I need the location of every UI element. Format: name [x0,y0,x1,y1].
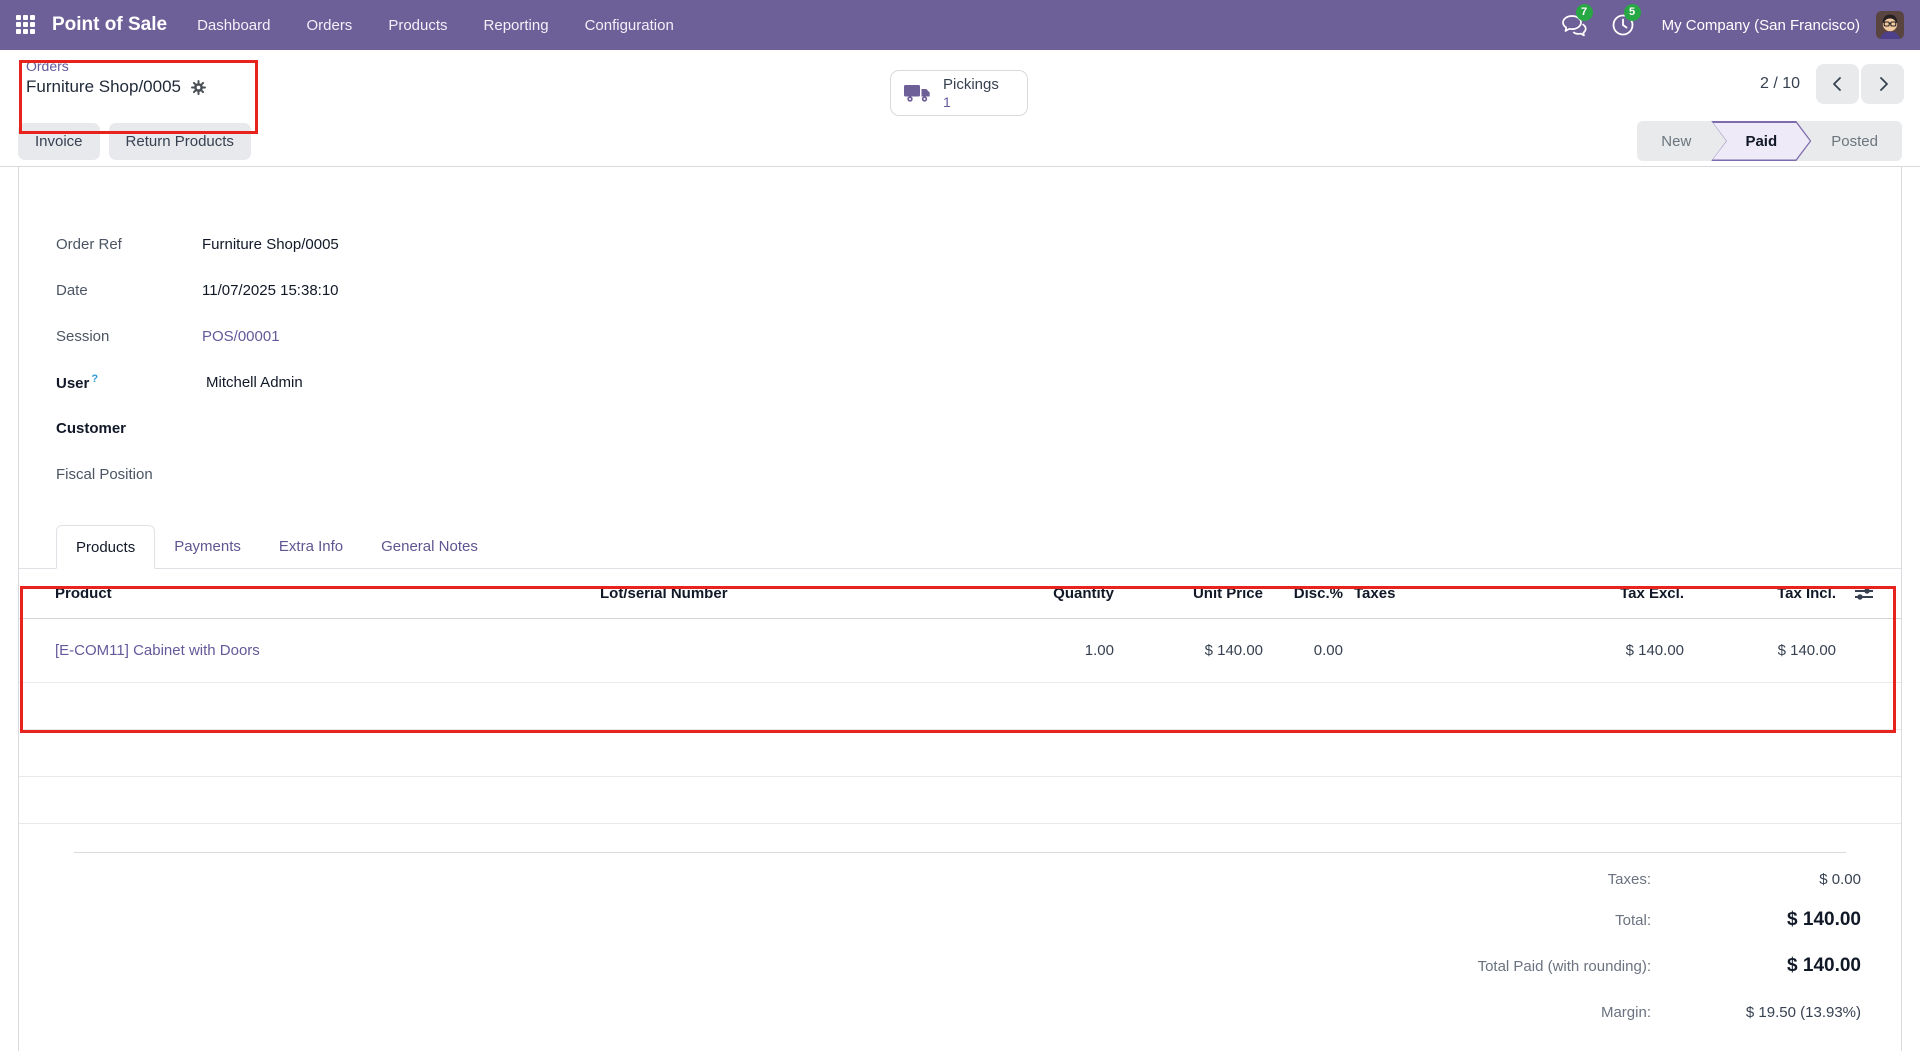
order-ref-value[interactable]: Furniture Shop/0005 [202,236,339,253]
pickings-stat-button[interactable]: Pickings 1 [890,70,1028,116]
totals-total-row: Total: $ 140.00 [19,897,1861,943]
help-question-icon[interactable]: ? [91,373,98,385]
pickings-count: 1 [943,94,999,110]
pager: 2 / 10 [1760,64,1904,104]
pager-counter: 2 / 10 [1760,75,1800,93]
activities-button[interactable]: 5 [1608,10,1638,40]
date-label: Date [56,282,202,299]
col-disc[interactable]: Disc.% [1263,585,1343,602]
field-customer: Customer [56,413,1901,443]
margin-value: $ 19.50 (13.93%) [1651,1004,1861,1021]
col-taxes[interactable]: Taxes [1343,585,1554,602]
main-menu: Dashboard Orders Products Reporting Conf… [197,17,674,34]
status-step-new[interactable]: New [1641,133,1711,150]
menu-orders[interactable]: Orders [306,17,352,34]
field-order-ref: Order Ref Furniture Shop/0005 [56,229,1901,259]
col-lot-serial[interactable]: Lot/serial Number [600,585,865,602]
customer-label: Customer [56,420,202,437]
margin-label: Margin: [1601,1004,1651,1021]
totals-taxes-row: Taxes: $ 0.00 [19,861,1861,897]
messages-button[interactable]: 7 [1560,10,1590,40]
table-header-row: Product Lot/serial Number Quantity Unit … [19,569,1901,619]
control-panel: Orders Furniture Shop/0005 Pic [0,50,1920,116]
session-link[interactable]: POS/00001 [202,328,280,345]
total-label: Total: [1615,912,1651,929]
chevron-right-icon [1875,76,1891,92]
tab-products[interactable]: Products [56,525,155,569]
col-tax-excl[interactable]: Tax Excl. [1554,585,1684,602]
empty-table-row [19,730,1901,777]
order-fields: Order Ref Furniture Shop/0005 Date 11/07… [19,167,1901,489]
row-disc: 0.00 [1263,642,1343,659]
col-product[interactable]: Product [55,585,600,602]
table-row[interactable]: [E-COM11] Cabinet with Doors 1.00 $ 140.… [19,619,1901,683]
menu-products[interactable]: Products [388,17,447,34]
activities-count-badge: 5 [1624,4,1641,21]
tab-payments[interactable]: Payments [155,525,260,568]
col-quantity[interactable]: Quantity [865,585,1114,602]
top-navbar: Point of Sale Dashboard Orders Products … [0,0,1920,50]
field-fiscal-position: Fiscal Position [56,459,1901,489]
order-ref-label: Order Ref [56,236,202,253]
totals-paid-row: Total Paid (with rounding): $ 140.00 [19,943,1861,989]
optional-columns-button[interactable] [1836,586,1896,602]
apps-grid-icon[interactable] [16,15,36,35]
total-paid-value: $ 140.00 [1651,955,1861,977]
taxes-total-label: Taxes: [1608,871,1651,888]
return-products-button[interactable]: Return Products [109,123,251,160]
status-step-posted[interactable]: Posted [1811,133,1898,150]
session-label: Session [56,328,202,345]
user-avatar[interactable] [1876,11,1904,39]
col-tax-incl[interactable]: Tax Incl. [1684,585,1836,602]
record-actions-gear-button[interactable] [190,79,207,96]
app-title[interactable]: Point of Sale [52,14,167,36]
tab-general-notes[interactable]: General Notes [362,525,497,568]
status-step-paid[interactable]: Paid [1711,121,1811,161]
date-value[interactable]: 11/07/2025 15:38:10 [202,282,339,299]
products-table: Product Lot/serial Number Quantity Unit … [19,569,1901,824]
notebook-tabs: Products Payments Extra Info General Not… [19,525,1901,569]
pickings-label: Pickings [943,76,999,93]
empty-table-row [19,777,1901,824]
user-label: User? [56,373,202,392]
row-unit-price: $ 140.00 [1114,642,1263,659]
totals-block: Taxes: $ 0.00 Total: $ 140.00 Total Paid… [19,853,1901,1035]
company-switcher[interactable]: My Company (San Francisco) [1662,17,1860,34]
tab-extra-info[interactable]: Extra Info [260,525,362,568]
taxes-total-value: $ 0.00 [1651,871,1861,888]
breadcrumb-current-record: Furniture Shop/0005 [26,77,181,97]
fiscal-position-label: Fiscal Position [56,466,202,483]
form-sheet: Order Ref Furniture Shop/0005 Date 11/07… [18,167,1902,1051]
chevron-left-icon [1830,76,1846,92]
statusbar: New Paid Posted [1637,121,1902,161]
total-value: $ 140.00 [1651,909,1861,931]
row-quantity: 1.00 [865,642,1114,659]
field-session: Session POS/00001 [56,321,1901,351]
row-tax-incl: $ 140.00 [1684,642,1836,659]
pager-next-button[interactable] [1861,64,1904,104]
totals-margin-row: Margin: $ 19.50 (13.93%) [19,989,1861,1035]
messages-count-badge: 7 [1576,4,1593,21]
row-tax-excl: $ 140.00 [1554,642,1684,659]
truck-icon [903,81,933,105]
field-user: User? Mitchell Admin [56,367,1901,397]
empty-table-row [19,683,1901,730]
action-row: Invoice Return Products New Paid Posted [0,116,1920,167]
menu-dashboard[interactable]: Dashboard [197,17,270,34]
total-paid-label: Total Paid (with rounding): [1478,958,1651,975]
menu-configuration[interactable]: Configuration [585,17,674,34]
invoice-button[interactable]: Invoice [18,123,100,160]
menu-reporting[interactable]: Reporting [484,17,549,34]
pager-previous-button[interactable] [1816,64,1859,104]
gear-icon [190,79,207,96]
row-product-link[interactable]: [E-COM11] Cabinet with Doors [55,642,600,659]
user-value[interactable]: Mitchell Admin [206,374,303,391]
field-date: Date 11/07/2025 15:38:10 [56,275,1901,305]
col-unit-price[interactable]: Unit Price [1114,585,1263,602]
sliders-icon [1854,586,1874,602]
